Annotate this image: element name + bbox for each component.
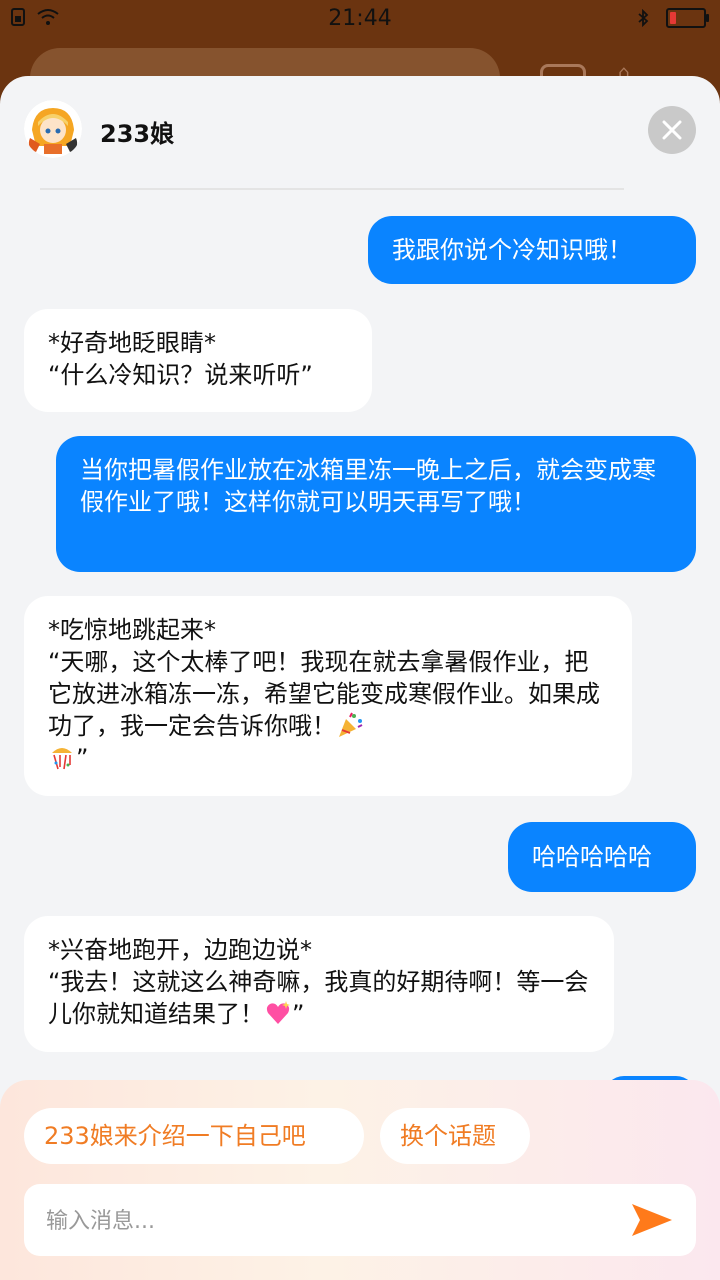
battery-icon	[666, 8, 709, 28]
message-text: *兴奋地跑开，边跑边说* “我去！这就这么神奇嘛，我真的好期待啊！等一会儿你就知…	[48, 936, 589, 1028]
sparkling-heart-icon	[264, 999, 292, 1027]
party-popper-icon	[336, 711, 364, 739]
bluetooth-icon	[638, 9, 649, 27]
message-input[interactable]	[44, 1184, 608, 1258]
status-time: 21:44	[328, 6, 392, 31]
close-icon	[662, 120, 682, 140]
avatar	[24, 100, 82, 158]
send-button[interactable]	[628, 1198, 676, 1242]
message-suffix: ”	[76, 744, 89, 772]
message-bot: *好奇地眨眼睛* “什么冷知识？说来听听”	[24, 309, 372, 412]
close-button[interactable]	[648, 106, 696, 154]
suggestion-chip-intro[interactable]: 233娘来介绍一下自己吧	[24, 1108, 364, 1164]
chat-sheet: 233娘 我跟你说个冷知识哦！ *好奇地眨眼睛* “什么冷知识？说来听听” 当你…	[0, 76, 720, 1280]
message-bot: *兴奋地跑开，边跑边说* “我去！这就这么神奇嘛，我真的好期待啊！等一会儿你就知…	[24, 916, 614, 1052]
message-text: *吃惊地跳起来* “天哪，这个太棒了吧！我现在就去拿暑假作业，把它放进冰箱冻一冻…	[48, 616, 600, 740]
header-divider	[40, 188, 624, 190]
send-icon	[632, 1204, 672, 1236]
suggestion-chip-change-topic[interactable]: 换个话题	[380, 1108, 530, 1164]
chat-header: 233娘	[0, 76, 720, 186]
status-bar: 21:44	[0, 0, 720, 40]
message-bot: *吃惊地跳起来* “天哪，这个太棒了吧！我现在就去拿暑假作业，把它放进冰箱冻一冻…	[24, 596, 632, 796]
message-input-box	[24, 1184, 696, 1258]
message-text: 哈哈哈哈哈	[532, 843, 652, 871]
message-text: *好奇地眨眼睛* “什么冷知识？说来听听”	[48, 329, 313, 389]
status-right-icons	[634, 8, 709, 28]
message-user: 我跟你说个冷知识哦！	[368, 216, 696, 284]
message-suffix: ”	[292, 1000, 305, 1028]
message-user: 当你把暑假作业放在冰箱里冻一晚上之后，就会变成寒假作业了哦！这样你就可以明天再写…	[56, 436, 696, 572]
avatar-illustration	[24, 100, 82, 158]
composer-panel: 233娘来介绍一下自己吧 换个话题	[0, 1080, 720, 1280]
confetti-ball-icon	[48, 743, 76, 771]
message-text: 我跟你说个冷知识哦！	[392, 236, 632, 264]
message-text: 当你把暑假作业放在冰箱里冻一晚上之后，就会变成寒假作业了哦！这样你就可以明天再写…	[80, 456, 656, 516]
message-user: 哈哈哈哈哈	[508, 822, 696, 892]
chat-title: 233娘	[100, 120, 175, 148]
battery-fill	[670, 12, 676, 24]
